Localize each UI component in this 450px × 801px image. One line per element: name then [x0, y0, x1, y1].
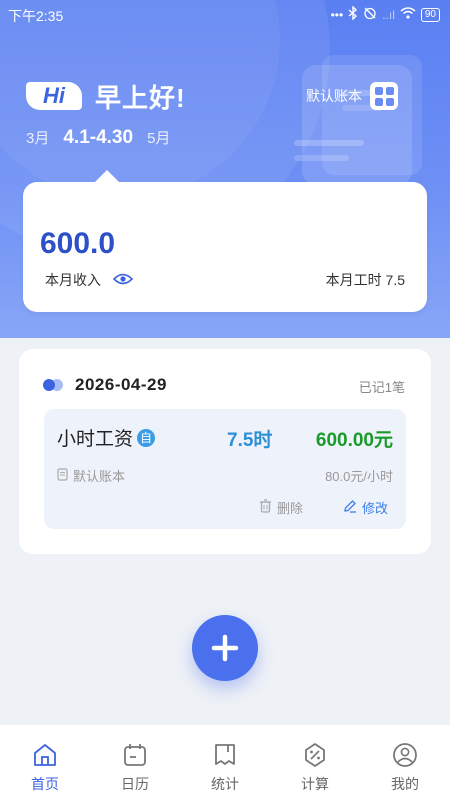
edit-label: 修改: [362, 501, 389, 516]
wifi-icon: [400, 7, 416, 22]
plus-icon: [211, 634, 239, 662]
tab-home[interactable]: 首页: [0, 725, 90, 801]
delete-label: 删除: [277, 501, 304, 516]
auto-badge: 自: [137, 428, 156, 447]
date-dots-icon: [43, 379, 65, 391]
delete-button[interactable]: 删除: [259, 498, 303, 517]
day-record-card: 2026-04-29 已记1笔 小时工资 自 7.5时 600.00元 默认账本…: [19, 349, 431, 554]
account-name: 默认账本: [306, 88, 362, 104]
document-illustration: [294, 55, 422, 185]
current-month-range[interactable]: 4.1-4.30: [63, 127, 133, 149]
greeting-text: 早上好!: [95, 83, 186, 113]
alarm-off-icon: [363, 6, 377, 23]
grid-menu-icon[interactable]: [370, 82, 398, 110]
tab-home-label: 首页: [31, 776, 59, 792]
status-time: 下午2:35: [8, 8, 64, 24]
tab-profile-label: 我的: [391, 776, 419, 792]
tab-calculate-label: 计算: [301, 776, 329, 792]
trash-icon: [259, 499, 272, 516]
monthly-income-row: 本月收入: [45, 270, 134, 290]
tab-profile[interactable]: 我的: [360, 725, 450, 801]
tab-calendar[interactable]: 日历: [90, 725, 180, 801]
next-month-button[interactable]: 5月: [147, 127, 170, 148]
bluetooth-icon: [348, 5, 358, 23]
edit-button[interactable]: 修改: [343, 498, 388, 517]
prev-month-button[interactable]: 3月: [26, 127, 49, 148]
tab-calculate[interactable]: 计算: [270, 725, 360, 801]
entry-rate: 80.0元/小时: [325, 469, 393, 484]
entry-type-row: 小时工资 自: [57, 424, 156, 451]
monthly-income-amount: 600.0: [40, 227, 116, 260]
signal-icon: ..ıl: [382, 7, 395, 22]
hi-badge: Hi: [26, 82, 82, 110]
monthly-summary-card: 600.0 本月收入 本月工时 7.5: [23, 170, 427, 312]
tab-calendar-label: 日历: [121, 776, 149, 792]
add-record-button[interactable]: [192, 615, 258, 681]
calendar-icon: [124, 744, 146, 766]
wage-entry[interactable]: 小时工资 自 7.5时 600.00元 默认账本 80.0元/小时 删除 修改: [44, 409, 406, 529]
statistics-icon: [215, 744, 235, 765]
record-date: 2026-04-29: [75, 375, 167, 394]
status-icons: ••• ..ıl 90: [330, 5, 440, 23]
entry-account-row: 默认账本: [57, 466, 125, 485]
profile-icon: [393, 743, 417, 767]
calculator-icon: [305, 743, 325, 767]
monthly-work-hours: 本月工时 7.5: [325, 272, 405, 288]
entry-account: 默认账本: [73, 469, 126, 484]
entry-type: 小时工资: [57, 429, 134, 450]
card-pointer: [95, 170, 119, 182]
tab-statistics[interactable]: 统计: [180, 725, 270, 801]
more-dots-icon: •••: [330, 7, 344, 22]
month-selector: 3月 4.1-4.30 5月: [26, 127, 170, 149]
monthly-income-label: 本月收入: [45, 272, 101, 288]
status-bar: 下午2:35 ••• ..ıl 90: [0, 0, 450, 30]
pencil-icon: [343, 499, 357, 516]
account-switcher[interactable]: 默认账本: [306, 82, 398, 110]
bottom-tab-bar: 首页 日历 统计 计算 我的: [0, 724, 450, 801]
home-icon: [34, 744, 56, 766]
entry-amount: 600.00元: [315, 430, 393, 451]
eye-icon[interactable]: [112, 272, 134, 288]
entry-hours: 7.5时: [227, 430, 273, 451]
battery-indicator: 90: [420, 7, 440, 22]
tab-statistics-label: 统计: [211, 776, 239, 792]
ledger-icon: [57, 467, 68, 484]
record-count: 已记1笔: [358, 380, 405, 395]
